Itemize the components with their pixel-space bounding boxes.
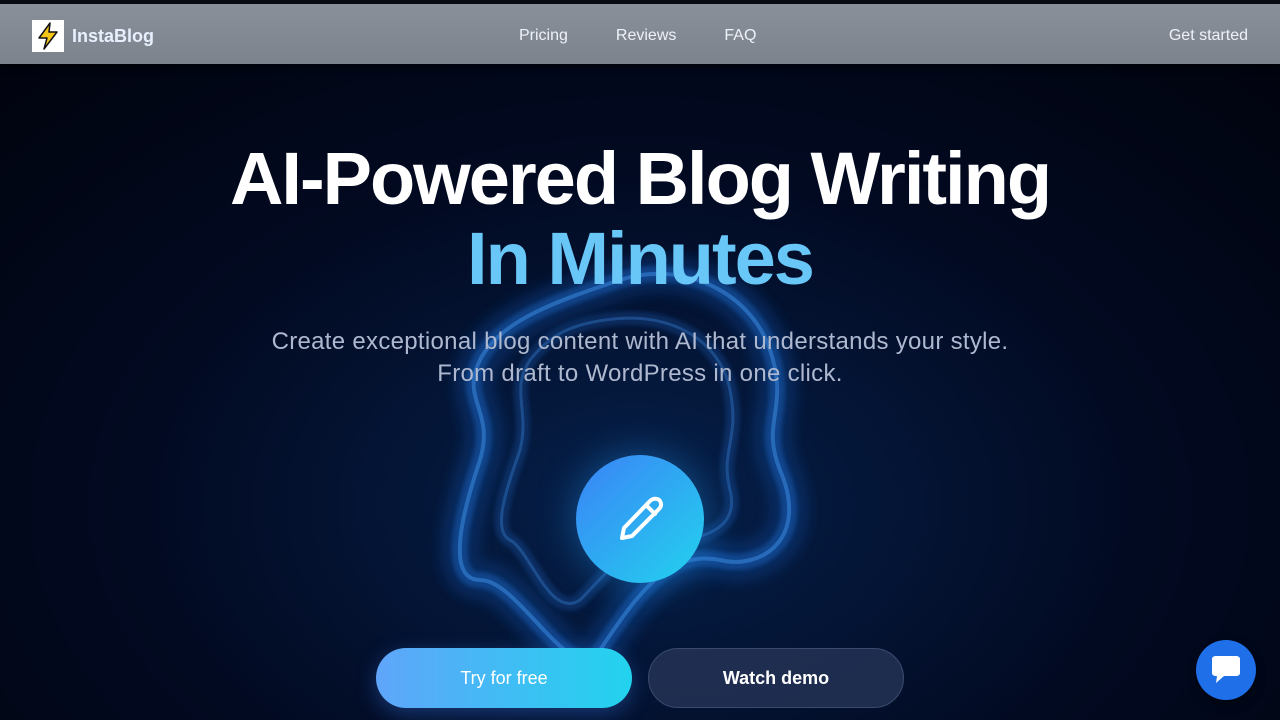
hero-subtitle: Create exceptional blog content with AI … [271,328,1009,387]
chat-button[interactable] [1196,640,1256,700]
nav-link-pricing[interactable]: Pricing [519,27,568,45]
try-for-free-button[interactable]: Try for free [376,648,632,708]
brand-name: InstaBlog [72,25,155,46]
get-started-link[interactable]: Get started [1169,27,1248,45]
brand[interactable]: InstaBlog [32,20,154,52]
hero-title-line2: In Minutes [467,217,815,300]
hero-title-line1: AI-Powered Blog Writing [229,137,1052,220]
watch-demo-button[interactable]: Watch demo [648,648,904,708]
pencil-badge [576,455,704,583]
pencil-icon [620,496,664,540]
navbar: InstaBlog Pricing Reviews FAQ Get starte… [0,4,1280,64]
lightning-icon [32,20,64,52]
nav-link-faq[interactable]: FAQ [724,27,756,45]
nav-link-reviews[interactable]: Reviews [616,27,676,45]
nav-links: Pricing Reviews FAQ [519,27,756,45]
chat-icon [1212,656,1240,683]
